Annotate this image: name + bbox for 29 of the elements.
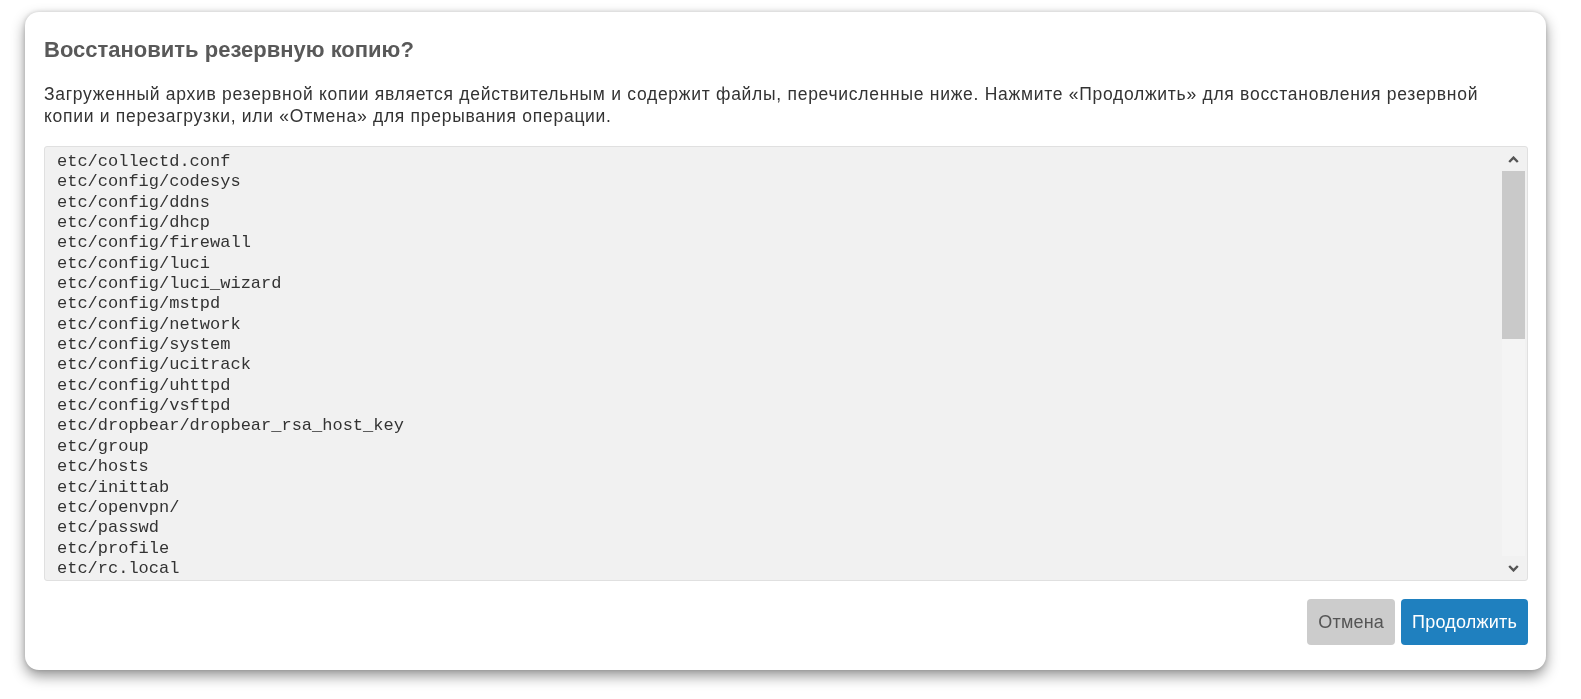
file-path: etc/config/mstpd [57, 294, 221, 315]
file-path: etc/config/codesys [57, 172, 241, 193]
continue-button[interactable]: Продолжить [1401, 599, 1528, 645]
file-path: etc/group [57, 436, 149, 458]
file-path: etc/config/network [57, 314, 241, 336]
file-path: etc/rc.local [57, 558, 180, 580]
file-path: etc/config/luci_wizard [57, 274, 282, 295]
file-path: etc/config/firewall [57, 233, 251, 254]
dialog-title: Восстановить резервную копию? [44, 36, 415, 64]
file-path: etc/hosts [57, 457, 149, 478]
file-path: etc/config/ucitrack [57, 355, 251, 376]
file-path: etc/config/ddns [57, 192, 211, 214]
file-path: etc/passwd [57, 518, 160, 539]
file-path: etc/config/luci [57, 253, 211, 275]
cancel-button[interactable]: Отмена [1307, 599, 1396, 645]
scrollbar-thumb[interactable] [1502, 171, 1525, 339]
file-list-field[interactable] [44, 146, 1528, 581]
file-path: etc/openvpn/ [57, 497, 180, 519]
file-path: etc/dropbear/dropbear_rsa_host_key [57, 416, 404, 437]
file-path: etc/collectd.conf [57, 152, 231, 173]
file-path: etc/config/uhttpd [57, 375, 231, 397]
dialog-message: Загруженный архив резервной копии является действительным и содержит файлы, перечисленные ниже. Нажмите «Продолжить» для восстановления резервной копии и перезагрузки, или «Отмена» для прерывания операции. [44, 83, 1480, 127]
chevron-down-icon[interactable] [1508, 564, 1519, 572]
file-path: etc/config/system [57, 335, 231, 356]
chevron-up-icon[interactable] [1508, 155, 1519, 163]
file-path: etc/config/dhcp [57, 213, 211, 234]
file-path: etc/profile [57, 538, 170, 559]
file-path: etc/config/vsftpd [57, 396, 231, 417]
file-path: etc/inittab [57, 477, 170, 498]
